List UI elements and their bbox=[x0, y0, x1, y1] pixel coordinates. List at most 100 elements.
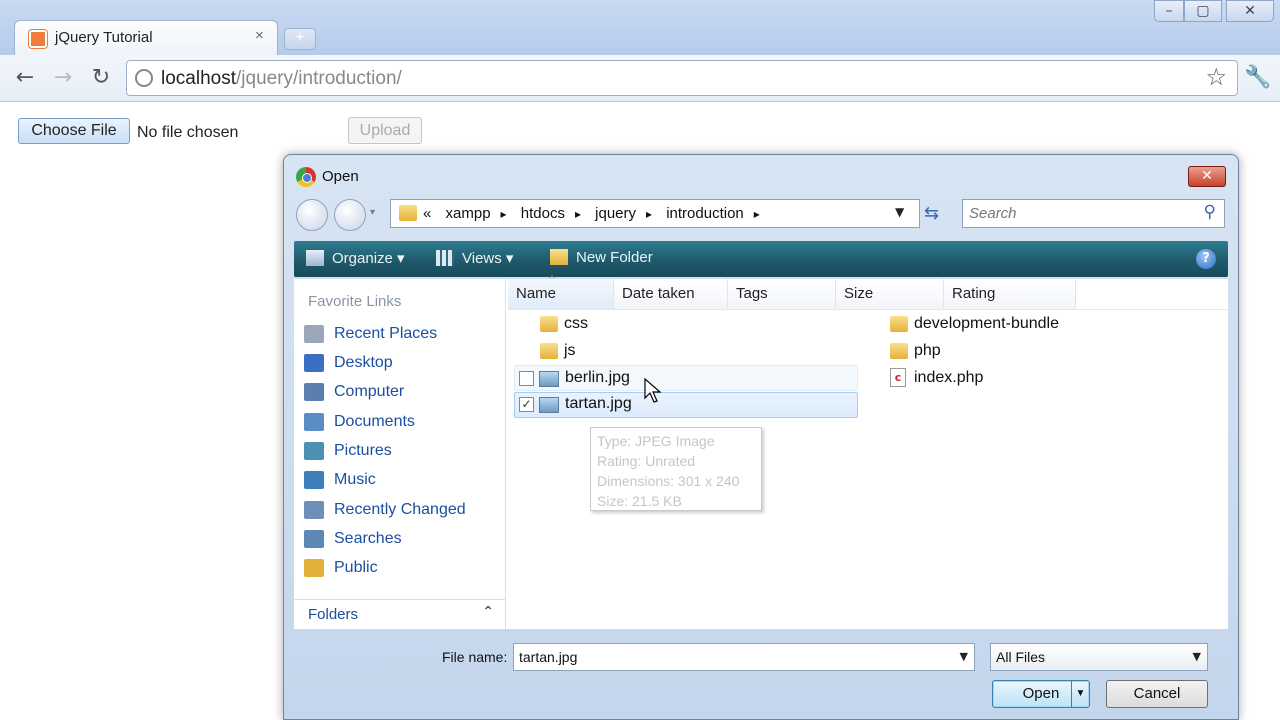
file-name: php bbox=[914, 342, 941, 359]
open-split-dropdown-icon[interactable]: ▼ bbox=[1071, 681, 1089, 707]
list-item[interactable]: berlin.jpg bbox=[514, 365, 858, 391]
browser-titlebar: jQuery Tutorial × + – ▢ ✕ bbox=[0, 0, 1280, 56]
forward-arrow-icon[interactable]: → bbox=[48, 63, 78, 93]
breadcrumb-htdocs[interactable]: htdocs bbox=[521, 205, 565, 222]
chevron-up-icon[interactable]: ⌃ bbox=[482, 604, 494, 620]
tab-close-icon[interactable]: × bbox=[255, 27, 264, 44]
computer-icon bbox=[304, 383, 324, 401]
nav-item-desktop[interactable]: Desktop bbox=[304, 350, 500, 378]
nav-item-searches[interactable]: Searches bbox=[304, 526, 500, 554]
mouse-cursor-icon bbox=[644, 378, 662, 403]
nav-item-pictures[interactable]: Pictures bbox=[304, 438, 500, 466]
choose-file-button[interactable]: Choose File bbox=[18, 118, 130, 144]
column-header-rating[interactable]: Rating bbox=[944, 279, 1076, 309]
breadcrumb-separator-icon[interactable]: ▸ bbox=[754, 207, 760, 221]
file-name: tartan.jpg bbox=[565, 395, 632, 412]
list-item[interactable]: development-bundle bbox=[886, 311, 1206, 337]
column-header-date-taken[interactable]: Date taken bbox=[614, 279, 728, 309]
list-item[interactable]: php bbox=[886, 338, 1206, 364]
list-item[interactable]: css bbox=[514, 311, 858, 337]
breadcrumb-introduction[interactable]: introduction bbox=[666, 205, 744, 222]
organize-icon bbox=[306, 250, 324, 266]
file-name-field[interactable]: tartan.jpg ▼ bbox=[513, 643, 975, 671]
address-dropdown-icon[interactable]: ▼ bbox=[895, 205, 904, 219]
back-arrow-icon[interactable]: ← bbox=[10, 63, 40, 93]
refresh-icon[interactable]: ⇆ bbox=[924, 203, 939, 224]
breadcrumb: « xampp ▸ htdocs ▸ jquery ▸ introduction ▸ bbox=[423, 205, 770, 222]
window-maximize-button[interactable]: ▢ bbox=[1184, 0, 1222, 22]
breadcrumb-separator-icon[interactable]: ▸ bbox=[575, 207, 581, 221]
bookmark-star-icon[interactable]: ☆ bbox=[1205, 63, 1227, 91]
nav-item-label: Music bbox=[334, 471, 376, 488]
nav-item-documents[interactable]: Documents bbox=[304, 409, 500, 437]
url-host: localhost bbox=[161, 68, 236, 89]
column-header-name[interactable]: ^ Name bbox=[508, 275, 614, 309]
file-name-label: File name: bbox=[442, 649, 508, 665]
file-name-dropdown-icon[interactable]: ▼ bbox=[960, 650, 968, 663]
wrench-menu-icon[interactable]: 🔧 bbox=[1244, 65, 1271, 90]
search-input[interactable]: Search ⚲ bbox=[962, 199, 1225, 228]
help-icon[interactable]: ? bbox=[1196, 249, 1216, 269]
nav-item-label: Recently Changed bbox=[334, 501, 466, 518]
breadcrumb-overflow[interactable]: « bbox=[423, 205, 431, 222]
nav-item-label: Public bbox=[334, 559, 378, 576]
list-item[interactable]: c index.php bbox=[886, 365, 1206, 391]
file-type-dropdown-icon[interactable]: ▼ bbox=[1193, 650, 1201, 663]
dialog-close-button[interactable]: ✕ bbox=[1188, 166, 1226, 187]
page-info-icon[interactable] bbox=[135, 69, 153, 87]
new-folder-label: New Folder bbox=[576, 249, 653, 266]
window-minimize-button[interactable]: – bbox=[1154, 0, 1184, 22]
window-close-button[interactable]: ✕ bbox=[1226, 0, 1274, 22]
nav-item-computer[interactable]: Computer bbox=[304, 379, 500, 407]
recent-places-icon bbox=[304, 325, 324, 343]
file-name: js bbox=[564, 342, 576, 359]
list-item[interactable]: js bbox=[514, 338, 858, 364]
breadcrumb-separator-icon[interactable]: ▸ bbox=[501, 207, 507, 221]
nav-item-label: Pictures bbox=[334, 442, 392, 459]
breadcrumb-xampp[interactable]: xampp bbox=[446, 205, 491, 222]
url-path: /jquery/introduction/ bbox=[236, 68, 402, 89]
nav-item-label: Desktop bbox=[334, 354, 393, 371]
file-type-select[interactable]: All Files ▼ bbox=[990, 643, 1208, 671]
browser-toolbar: ← → ↻ localhost/jquery/introduction/ ☆ 🔧 bbox=[0, 55, 1280, 102]
breadcrumb-separator-icon[interactable]: ▸ bbox=[646, 207, 652, 221]
browser-tab[interactable]: jQuery Tutorial × bbox=[14, 20, 278, 56]
dialog-back-button[interactable] bbox=[296, 199, 328, 231]
nav-item-recent-places[interactable]: Recent Places bbox=[304, 321, 500, 349]
organize-menu[interactable]: Organize ▾ bbox=[306, 249, 405, 267]
search-icon[interactable]: ⚲ bbox=[1204, 202, 1216, 222]
new-tab-button[interactable]: + bbox=[284, 28, 316, 50]
column-header-size[interactable]: Size bbox=[836, 279, 944, 309]
nav-item-label: Recent Places bbox=[334, 325, 438, 342]
nav-item-recently-changed[interactable]: Recently Changed bbox=[304, 497, 500, 525]
views-menu[interactable]: Views ▾ bbox=[436, 249, 513, 267]
nav-item-public[interactable]: Public bbox=[304, 555, 500, 583]
new-folder-icon bbox=[550, 249, 568, 265]
breadcrumb-jquery[interactable]: jquery bbox=[595, 205, 636, 222]
folders-toggle[interactable]: Folders ⌃ bbox=[294, 599, 506, 629]
cancel-button[interactable]: Cancel bbox=[1106, 680, 1208, 708]
music-icon bbox=[304, 471, 324, 489]
views-icon bbox=[436, 250, 454, 266]
open-button[interactable]: Open ▼ bbox=[992, 680, 1090, 708]
dialog-forward-button[interactable] bbox=[334, 199, 366, 231]
item-checkbox-checked[interactable]: ✓ bbox=[519, 397, 534, 412]
reload-icon[interactable]: ↻ bbox=[86, 63, 116, 93]
dialog-breadcrumb-bar[interactable]: « xampp ▸ htdocs ▸ jquery ▸ introduction ▸ ▼ bbox=[390, 199, 920, 228]
tab-title: jQuery Tutorial bbox=[55, 29, 153, 46]
sort-arrow-icon: ^ bbox=[548, 275, 556, 285]
file-name: berlin.jpg bbox=[565, 369, 630, 386]
nav-item-music[interactable]: Music bbox=[304, 467, 500, 495]
item-checkbox[interactable] bbox=[519, 371, 534, 386]
column-label: Rating bbox=[952, 285, 996, 302]
column-header-tags[interactable]: Tags bbox=[728, 279, 836, 309]
new-folder-button[interactable]: New Folder bbox=[550, 249, 653, 266]
recent-pages-chevron-icon[interactable]: ▾ bbox=[370, 207, 375, 218]
upload-button[interactable]: Upload bbox=[348, 117, 422, 144]
url-text: localhost/jquery/introduction/ bbox=[161, 68, 402, 90]
address-bar[interactable]: localhost/jquery/introduction/ ☆ bbox=[126, 60, 1238, 96]
file-name: css bbox=[564, 315, 588, 332]
list-item-selected[interactable]: ✓ tartan.jpg bbox=[514, 392, 858, 418]
folder-icon bbox=[890, 343, 908, 359]
chrome-logo-icon bbox=[296, 167, 316, 187]
